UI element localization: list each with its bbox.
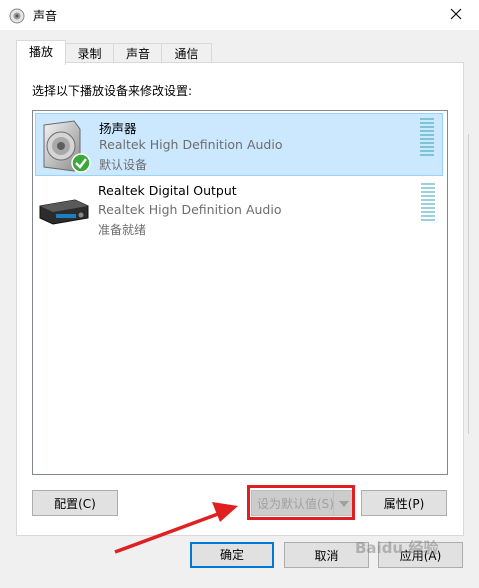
- watermark: Baidu 经验: [355, 539, 439, 557]
- annotation-arrow: [114, 502, 238, 554]
- tab-playback[interactable]: 播放: [16, 40, 66, 65]
